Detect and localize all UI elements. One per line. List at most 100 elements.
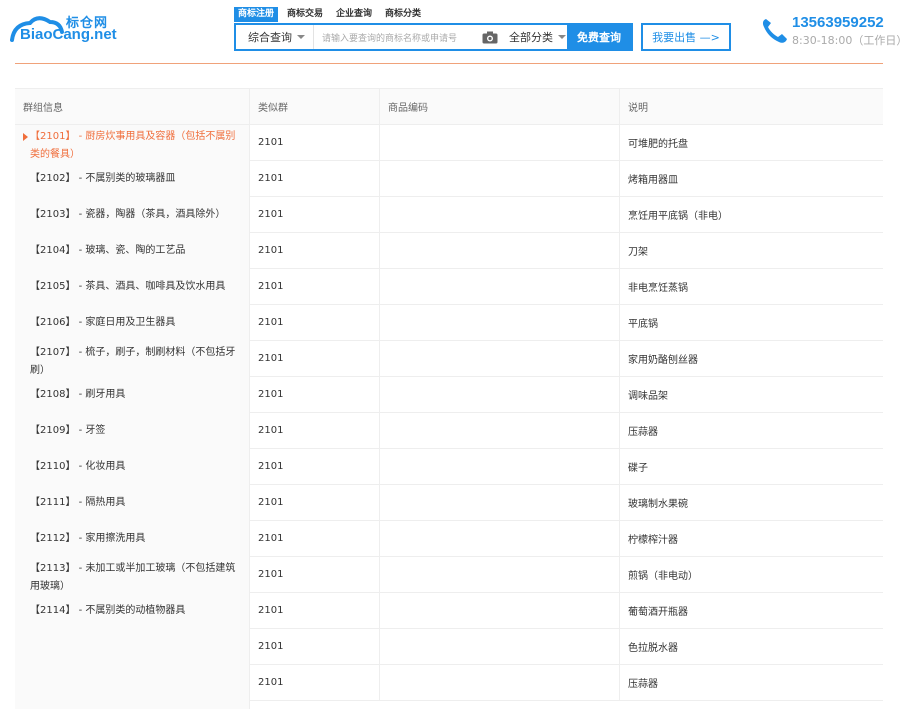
group-item-label: 【2106】 - 家庭日用及卫生器具	[30, 317, 176, 328]
table-row: 2101 柠檬榨汁器	[250, 521, 883, 557]
group-item-2101[interactable]: 【2101】 - 厨房炊事用具及容器（包括不属别类的餐具）	[15, 125, 249, 161]
table-row: 2101 色拉脱水器	[250, 629, 883, 665]
group-item-2114[interactable]: 【2114】 - 不属别类的动植物器具	[15, 593, 249, 629]
similar-group-cell: 2101	[250, 413, 380, 448]
description-cell: 压蒜器	[628, 427, 658, 438]
description-cell: 碟子	[628, 463, 648, 474]
tab-trademark-classes[interactable]: 商标分类	[381, 7, 425, 22]
group-item-label: 【2112】 - 家用擦洗用具	[30, 533, 146, 544]
description-cell: 烤箱用器皿	[628, 175, 678, 186]
similar-group-cell: 2101	[250, 485, 380, 520]
group-item-label: 【2110】 - 化妆用具	[30, 461, 126, 472]
logo-english-text: BiaoCang.net	[20, 26, 117, 43]
table-row: 2101 煎锅（非电动）	[250, 557, 883, 593]
table-row: 2101 碟子	[250, 449, 883, 485]
similar-group-cell: 2101	[250, 233, 380, 268]
table-row: 2101 家用奶酪刨丝器	[250, 341, 883, 377]
description-cell: 玻璃制水果碗	[628, 499, 688, 510]
site-header: 标仓网 BiaoCang.net 商标注册 商标交易 企业查询 商标分类 综合查…	[0, 0, 902, 58]
group-item-2113[interactable]: 【2113】 - 未加工或半加工玻璃（不包括建筑用玻璃）	[15, 557, 249, 593]
table-row: 2101 烤箱用器皿	[250, 161, 883, 197]
goods-code-cell	[380, 305, 620, 340]
similar-group-cell: 2101	[250, 197, 380, 232]
group-list-header: 群组信息	[15, 89, 249, 125]
group-item-label: 【2109】 - 牙签	[30, 425, 106, 436]
free-search-button[interactable]: 免费查询	[567, 25, 631, 49]
table-row: 2101 烹饪用平底锅（非电）	[250, 197, 883, 233]
description-cell: 葡萄酒开瓶器	[628, 607, 688, 618]
group-item-2109[interactable]: 【2109】 - 牙签	[15, 413, 249, 449]
goods-code-cell	[380, 377, 620, 412]
column-header-description: 说明	[628, 103, 648, 114]
category-select[interactable]: 全部分类	[501, 25, 567, 49]
group-item-2110[interactable]: 【2110】 - 化妆用具	[15, 449, 249, 485]
group-item-2106[interactable]: 【2106】 - 家庭日用及卫生器具	[15, 305, 249, 341]
group-item-2102[interactable]: 【2102】 - 不属别类的玻璃器皿	[15, 161, 249, 197]
group-item-label: 【2113】 - 未加工或半加工玻璃（不包括建筑用玻璃）	[30, 563, 236, 592]
similar-group-cell: 2101	[250, 593, 380, 628]
group-item-2105[interactable]: 【2105】 - 茶具、酒具、咖啡具及饮水用具	[15, 269, 249, 305]
class-table: 群组信息 【2101】 - 厨房炊事用具及容器（包括不属别类的餐具） 【2102…	[15, 88, 883, 709]
group-item-2111[interactable]: 【2111】 - 隔热用具	[15, 485, 249, 521]
similar-group-cell: 2101	[250, 125, 380, 160]
similar-group-cell: 2101	[250, 629, 380, 664]
goods-code-cell	[380, 161, 620, 196]
camera-icon[interactable]	[479, 25, 501, 49]
similar-group-cell: 2101	[250, 377, 380, 412]
goods-code-cell	[380, 521, 620, 556]
description-cell: 煎锅（非电动）	[628, 571, 698, 582]
goods-code-cell	[380, 665, 620, 700]
tab-company-search[interactable]: 企业查询	[332, 7, 376, 22]
goods-code-cell	[380, 197, 620, 232]
goods-code-cell	[380, 341, 620, 376]
group-item-2103[interactable]: 【2103】 - 瓷器，陶器（茶具，酒具除外）	[15, 197, 249, 233]
column-header-goods-code: 商品编码	[380, 89, 620, 124]
tab-trademark-registration[interactable]: 商标注册	[234, 7, 279, 22]
sell-button[interactable]: 我要出售 —>	[641, 23, 731, 51]
site-logo[interactable]: 标仓网 BiaoCang.net	[4, 10, 117, 48]
goods-code-cell	[380, 593, 620, 628]
table-row: 2101 平底锅	[250, 305, 883, 341]
group-item-2104[interactable]: 【2104】 - 玻璃、瓷、陶的工艺品	[15, 233, 249, 269]
search-tabs: 商标注册 商标交易 企业查询 商标分类	[234, 7, 430, 22]
table-row: 2101 可堆肥的托盘	[250, 125, 883, 161]
similar-group-cell: 2101	[250, 161, 380, 196]
similar-group-cell: 2101	[250, 521, 380, 556]
table-row: 2101 压蒜器	[250, 413, 883, 449]
table-row: 2101 调味品架	[250, 377, 883, 413]
similar-group-cell: 2101	[250, 557, 380, 592]
group-item-2108[interactable]: 【2108】 - 刷牙用具	[15, 377, 249, 413]
goods-code-cell	[380, 629, 620, 664]
description-cell: 烹饪用平底锅（非电）	[628, 211, 728, 222]
group-item-label: 【2107】 - 梳子，刷子，制刷材料（不包括牙刷）	[30, 347, 236, 376]
group-item-label: 【2111】 - 隔热用具	[30, 497, 126, 508]
goods-code-cell	[380, 449, 620, 484]
group-item-label: 【2103】 - 瓷器，陶器（茶具，酒具除外）	[30, 209, 226, 220]
search-input[interactable]: 请输入要查询的商标名称或申请号	[314, 25, 479, 49]
column-header-similar-group: 类似群	[250, 89, 380, 124]
search-placeholder: 请输入要查询的商标名称或申请号	[322, 33, 458, 44]
group-item-2107[interactable]: 【2107】 - 梳子，刷子，制刷材料（不包括牙刷）	[15, 341, 249, 377]
search-type-select[interactable]: 综合查询	[236, 25, 314, 49]
group-item-2112[interactable]: 【2112】 - 家用擦洗用具	[15, 521, 249, 557]
description-cell: 非电烹饪蒸锅	[628, 283, 688, 294]
chevron-down-icon	[558, 35, 566, 39]
table-row: 2101 非电烹饪蒸锅	[250, 269, 883, 305]
header-divider	[15, 63, 883, 64]
search-type-label: 综合查询	[248, 31, 292, 44]
group-item-label: 【2105】 - 茶具、酒具、咖啡具及饮水用具	[30, 281, 226, 292]
category-label: 全部分类	[509, 31, 553, 44]
table-row: 2101 玻璃制水果碗	[250, 485, 883, 521]
goods-code-cell	[380, 125, 620, 160]
similar-group-cell: 2101	[250, 665, 380, 700]
description-cell: 色拉脱水器	[628, 643, 678, 654]
similar-group-cell: 2101	[250, 305, 380, 340]
group-item-label: 【2102】 - 不属别类的玻璃器皿	[30, 173, 176, 184]
goods-code-cell	[380, 269, 620, 304]
group-item-label: 【2101】 - 厨房炊事用具及容器（包括不属别类的餐具）	[30, 131, 236, 160]
phone-number: 13563959252	[792, 14, 884, 31]
goods-code-cell	[380, 557, 620, 592]
goods-code-cell	[380, 413, 620, 448]
tab-trademark-trade[interactable]: 商标交易	[283, 7, 327, 22]
description-cell: 调味品架	[628, 391, 668, 402]
